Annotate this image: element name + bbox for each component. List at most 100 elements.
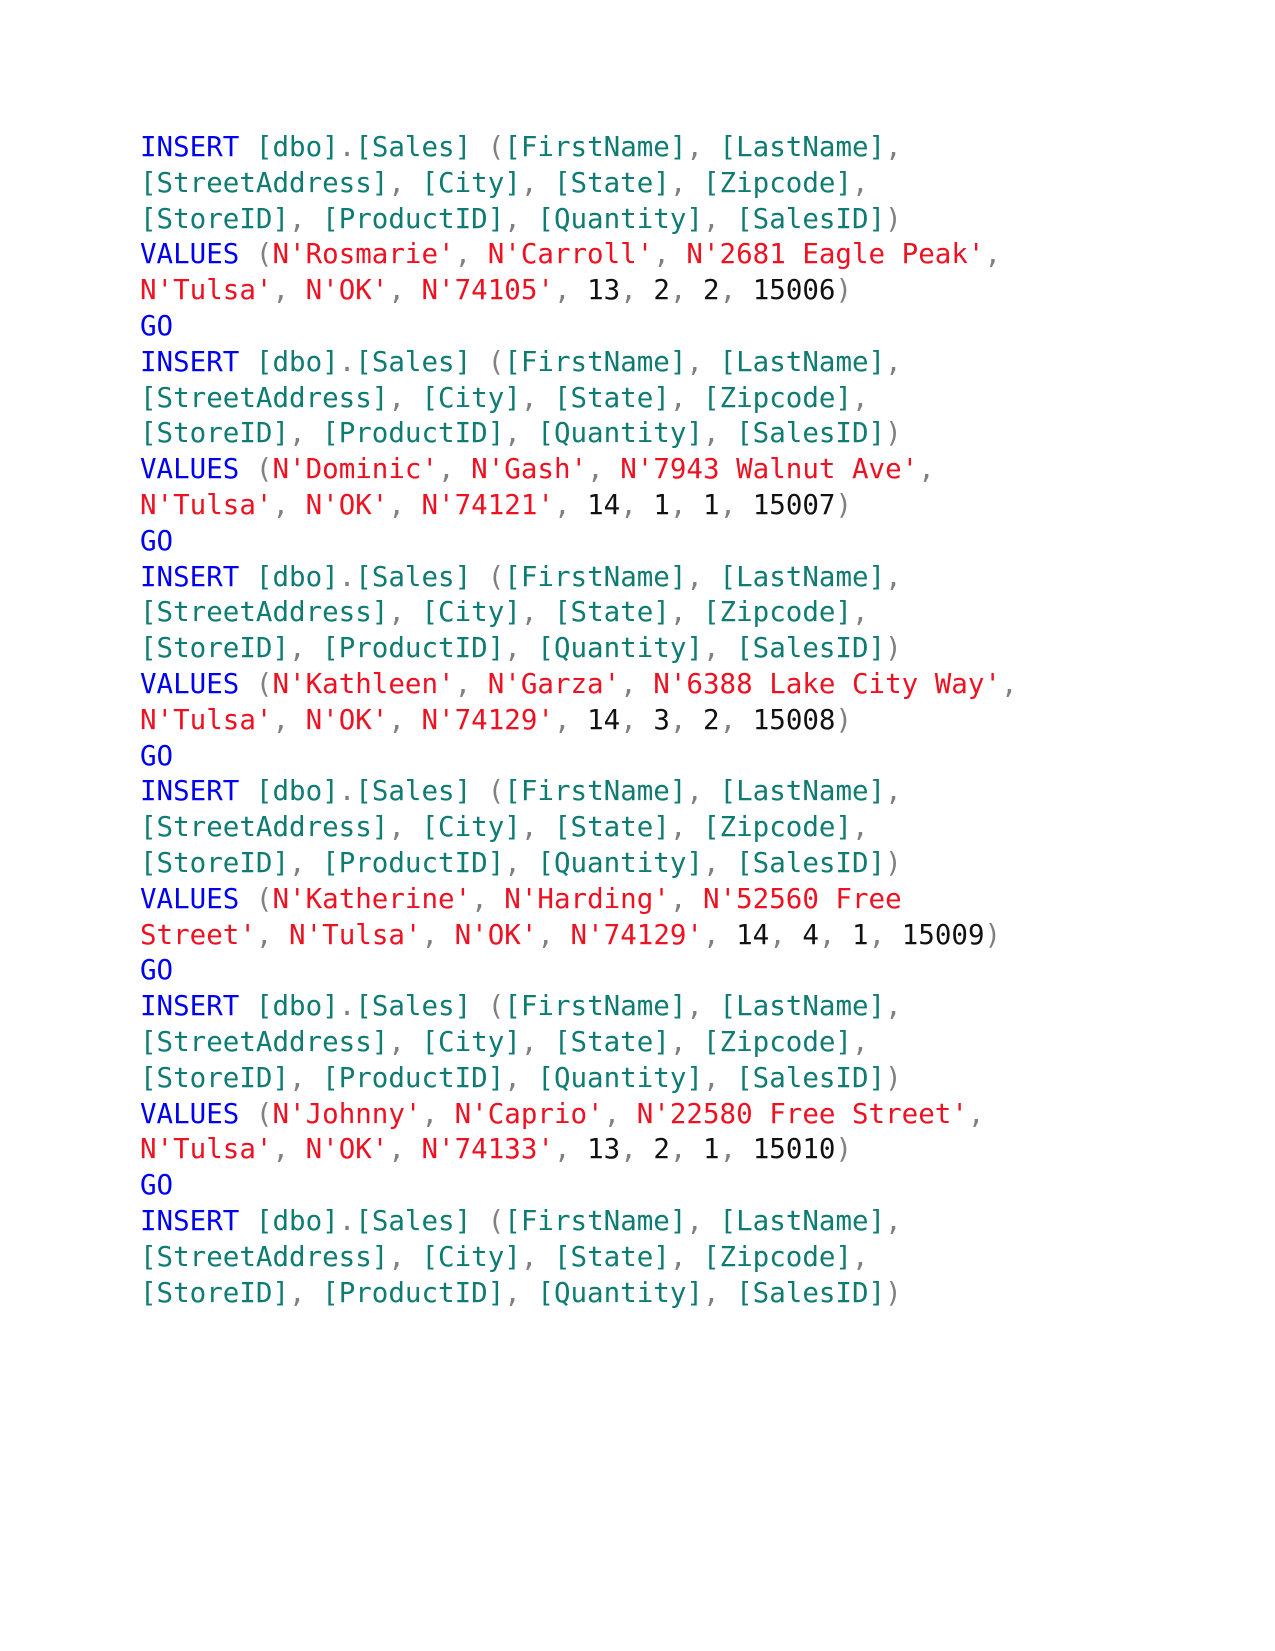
sql-space <box>239 346 256 378</box>
sql-schema-name: [dbo] <box>255 990 339 1023</box>
sql-dot: . <box>338 131 356 163</box>
sql-values-clause: VALUES (N'Rosmarie', N'Carroll', N'2681 … <box>140 237 1045 309</box>
sql-column-name: [LastName] <box>719 990 886 1023</box>
sql-comma: , <box>885 345 919 378</box>
sql-comma: , <box>852 166 886 199</box>
sql-comma: , <box>289 1276 323 1309</box>
sql-code-block[interactable]: INSERT [dbo].[Sales] ([FirstName], [Last… <box>140 130 1045 1311</box>
sql-value-city: N'Tulsa' <box>140 274 273 307</box>
sql-comma: , <box>702 1061 737 1094</box>
sql-open-paren: ( <box>471 560 505 593</box>
sql-batch-terminator: GO <box>140 953 1045 989</box>
sql-value-productid: 1 <box>653 488 670 521</box>
sql-values-clause: VALUES (N'Johnny', N'Caprio', N'22580 Fr… <box>140 1097 1045 1169</box>
sql-comma: , <box>669 1025 703 1058</box>
sql-column-name: [Quantity] <box>537 1276 703 1309</box>
sql-comma: , <box>702 202 737 235</box>
sql-comma: , <box>885 775 919 808</box>
sql-close-paren: ) <box>885 417 902 450</box>
sql-batch-terminator: GO <box>140 739 1045 775</box>
sql-comma: , <box>669 811 703 844</box>
sql-value-lastname: N'Harding' <box>504 882 670 915</box>
sql-column-name: [FirstName] <box>504 1204 687 1237</box>
sql-value-storeid: 13 <box>587 274 621 307</box>
sql-comma: , <box>852 811 886 844</box>
sql-column-name: [FirstName] <box>504 345 687 378</box>
sql-value-zipcode: N'74129' <box>570 918 703 951</box>
sql-value-storeid: 13 <box>587 1133 621 1166</box>
sql-column-name: [Quantity] <box>537 202 703 235</box>
sql-comma: , <box>553 274 588 307</box>
sql-comma: , <box>388 1240 422 1273</box>
sql-close-paren: ) <box>885 1061 902 1094</box>
sql-value-lastname: N'Carroll' <box>487 238 654 271</box>
sql-keyword-go: GO <box>140 309 174 342</box>
sql-comma: , <box>388 274 422 307</box>
sql-column-name: [FirstName] <box>504 775 687 808</box>
sql-comma: , <box>388 811 422 844</box>
sql-column-name: [SalesID] <box>736 1061 886 1094</box>
sql-open-paren: ( <box>239 238 273 271</box>
sql-comma: , <box>620 274 654 307</box>
sql-insert-clause: INSERT [dbo].[Sales] ([FirstName], [Last… <box>140 774 1045 881</box>
sql-comma: , <box>669 488 704 521</box>
sql-close-paren: ) <box>885 202 902 235</box>
sql-comma: , <box>272 274 306 307</box>
sql-column-name: [StoreID] <box>140 417 290 450</box>
sql-table-name: [Sales] <box>355 560 472 593</box>
sql-comma: , <box>388 381 422 414</box>
sql-comma: , <box>504 202 538 235</box>
sql-column-name: [Quantity] <box>537 1061 703 1094</box>
sql-comma: , <box>669 1133 704 1166</box>
sql-comma: , <box>719 703 753 736</box>
sql-comma: , <box>984 238 1018 271</box>
sql-comma: , <box>702 417 737 450</box>
sql-open-paren: ( <box>239 1097 273 1130</box>
sql-close-paren: ) <box>984 918 1002 951</box>
sql-comma: , <box>454 667 488 700</box>
sql-comma: , <box>504 846 538 879</box>
sql-comma: , <box>537 918 571 951</box>
sql-open-paren: ( <box>471 131 505 163</box>
sql-value-city: N'Tulsa' <box>140 703 273 736</box>
sql-schema-name: [dbo] <box>255 560 339 593</box>
sql-value-storeid: 14 <box>736 918 770 951</box>
sql-column-name: [StoreID] <box>140 202 290 235</box>
sql-column-name: [ProductID] <box>322 1061 505 1094</box>
sql-comma: , <box>454 238 488 271</box>
sql-column-name: [SalesID] <box>736 1276 886 1309</box>
sql-comma: , <box>885 1204 919 1237</box>
sql-comma: , <box>967 1097 1002 1130</box>
sql-close-paren: ) <box>835 1133 853 1166</box>
sql-comma: , <box>504 1061 538 1094</box>
sql-insert-clause: INSERT [dbo].[Sales] ([FirstName], [Last… <box>140 130 1045 237</box>
sql-value-firstname: N'Johnny' <box>272 1097 422 1130</box>
sql-column-name: [LastName] <box>719 345 886 378</box>
sql-open-paren: ( <box>239 667 273 700</box>
sql-keyword-go: GO <box>140 524 174 557</box>
sql-comma: , <box>852 381 886 414</box>
sql-keyword-values: VALUES <box>140 453 240 486</box>
sql-comma: , <box>504 1276 538 1309</box>
sql-value-state: N'OK' <box>305 1133 389 1166</box>
sql-comma: , <box>272 488 306 521</box>
sql-keyword-values: VALUES <box>140 1097 240 1130</box>
sql-comma: , <box>504 632 538 665</box>
sql-batch-terminator: GO <box>140 524 1045 560</box>
sql-open-paren: ( <box>471 345 505 378</box>
sql-space <box>239 775 256 807</box>
sql-column-name: [State] <box>553 1025 670 1058</box>
sql-value-quantity: 1 <box>852 918 869 951</box>
sql-comma: , <box>520 166 554 199</box>
sql-comma: , <box>769 918 803 951</box>
sql-comma: , <box>504 417 538 450</box>
sql-space <box>239 990 256 1022</box>
sql-column-name: [StreetAddress] <box>140 596 389 629</box>
sql-column-name: [StoreID] <box>140 846 290 879</box>
sql-schema-name: [dbo] <box>255 775 339 808</box>
sql-comma: , <box>272 703 306 736</box>
sql-values-clause: VALUES (N'Katherine', N'Harding', N'5256… <box>140 882 1045 954</box>
sql-column-name: [Zipcode] <box>702 1025 852 1058</box>
sql-schema-name: [dbo] <box>255 1204 339 1237</box>
sql-comma: , <box>272 1133 306 1166</box>
